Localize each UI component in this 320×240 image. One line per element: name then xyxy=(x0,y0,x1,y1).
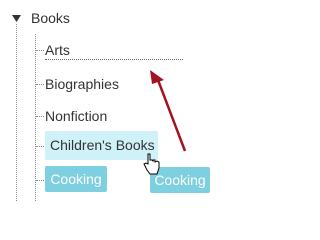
tree-guide-line xyxy=(35,34,36,201)
tree-item-childrens-books[interactable]: Children's Books xyxy=(45,131,158,160)
drop-indicator xyxy=(45,59,183,60)
tree-connector xyxy=(36,180,44,181)
tree-connector xyxy=(36,146,44,147)
tree-connector xyxy=(36,84,44,85)
tree-connector xyxy=(36,116,44,117)
tree-guide-line xyxy=(16,24,17,201)
tree-root-label[interactable]: Books xyxy=(31,10,70,26)
hand-cursor-icon xyxy=(143,153,160,175)
triangle-down-icon[interactable] xyxy=(11,13,22,24)
tree-view: Books Arts Biographies Nonfiction Childr… xyxy=(0,0,246,201)
tree-item-nonfiction[interactable]: Nonfiction xyxy=(45,107,107,125)
tree-item-arts[interactable]: Arts xyxy=(45,41,70,59)
tree-item-biographies[interactable]: Biographies xyxy=(45,75,119,93)
tree-item-cooking[interactable]: Cooking xyxy=(45,166,107,192)
tree-item-label: Children's Books xyxy=(50,137,155,153)
tree-connector xyxy=(36,50,44,51)
